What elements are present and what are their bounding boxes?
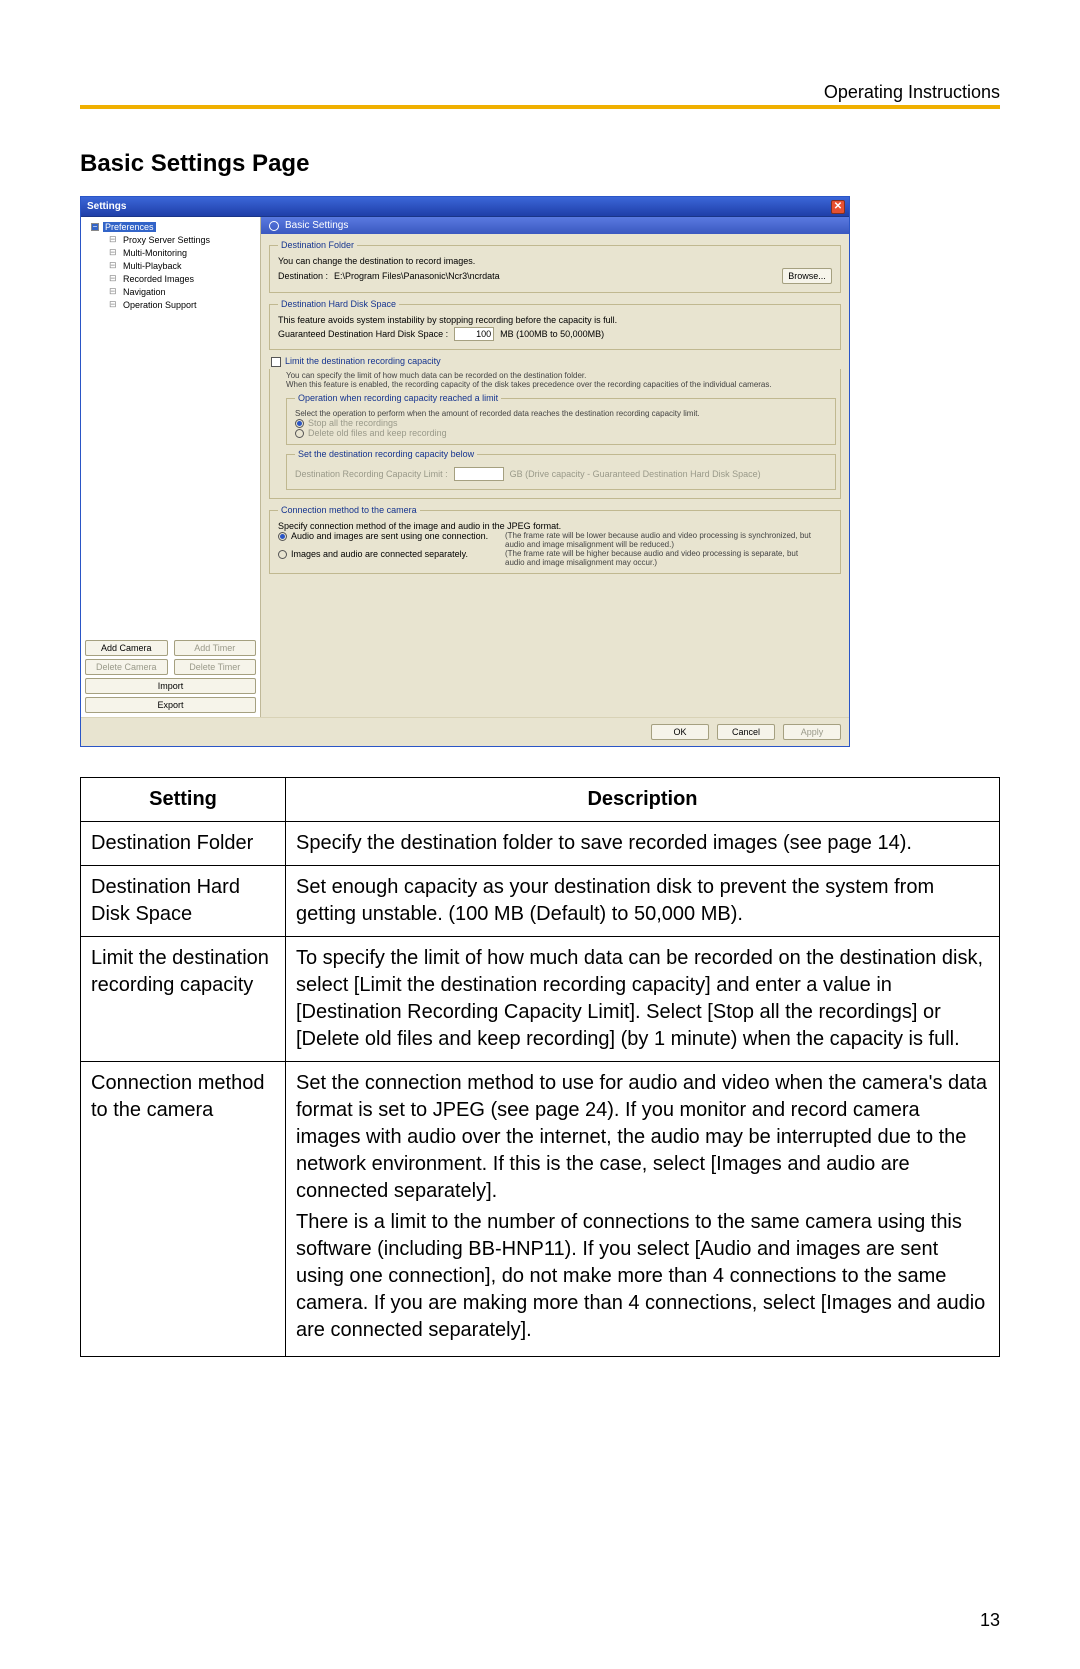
conn-separate-radio[interactable]: Images and audio are connected separatel…	[278, 549, 832, 567]
radio-icon[interactable]	[295, 419, 304, 428]
capacity-limit-input[interactable]	[454, 467, 504, 481]
tree-root-preferences[interactable]: − Preferences	[91, 221, 256, 233]
limit-checkbox-row[interactable]: Limit the destination recording capacity	[271, 356, 841, 367]
disk-space-group: Destination Hard Disk Space This feature…	[269, 299, 841, 350]
radio-icon[interactable]	[278, 550, 287, 559]
dialog-title: Settings	[87, 201, 126, 212]
apply-button[interactable]: Apply	[783, 724, 841, 740]
section-title: Basic Settings Page	[80, 150, 1000, 178]
disk-space-desc: This feature avoids system instability b…	[278, 315, 832, 325]
radio-icon[interactable]	[278, 532, 287, 541]
limit-group: You can specify the limit of how much da…	[269, 369, 841, 499]
description-cell: Set enough capacity as your destination …	[286, 866, 1000, 937]
conn-one-radio[interactable]: Audio and images are sent using one conn…	[278, 531, 832, 549]
limit-desc: You can specify the limit of how much da…	[286, 371, 836, 389]
settings-description-table: Setting Description Destination Folder S…	[80, 777, 1000, 1357]
description-cell: To specify the limit of how much data ca…	[286, 937, 1000, 1062]
operation-desc: Select the operation to perform when the…	[295, 409, 827, 418]
checkbox-icon[interactable]	[271, 357, 281, 367]
delete-timer-button[interactable]: Delete Timer	[174, 659, 257, 675]
destination-folder-legend: Destination Folder	[278, 240, 357, 250]
ok-button[interactable]: OK	[651, 724, 709, 740]
add-timer-button[interactable]: Add Timer	[174, 640, 257, 656]
operation-group: Operation when recording capacity reache…	[286, 393, 836, 445]
table-row: Destination Folder Specify the destinati…	[81, 822, 1000, 866]
dialog-footer: OK Cancel Apply	[81, 717, 849, 746]
collapse-icon[interactable]: −	[91, 223, 99, 231]
disk-space-legend: Destination Hard Disk Space	[278, 299, 399, 309]
close-icon[interactable]: ✕	[831, 200, 845, 214]
delete-camera-button[interactable]: Delete Camera	[85, 659, 168, 675]
setting-cell: Destination Hard Disk Space	[81, 866, 286, 937]
setting-cell: Connection method to the camera	[81, 1062, 286, 1357]
tree-item[interactable]: ⊟Navigation	[109, 285, 256, 298]
browse-button[interactable]: Browse...	[782, 268, 832, 284]
import-button[interactable]: Import	[85, 678, 256, 694]
connection-desc: Specify connection method of the image a…	[278, 521, 832, 531]
conn-one-note: (The frame rate will be lower because au…	[505, 531, 815, 549]
set-capacity-group: Set the destination recording capacity b…	[286, 449, 836, 490]
stop-recordings-radio[interactable]: Stop all the recordings	[295, 418, 827, 428]
setting-cell: Limit the destination recording capacity	[81, 937, 286, 1062]
tree-item[interactable]: ⊟Operation Support	[109, 298, 256, 311]
tree-item[interactable]: ⊟Multi-Monitoring	[109, 246, 256, 259]
radio-icon[interactable]	[295, 429, 304, 438]
capacity-limit-unit: GB (Drive capacity - Guaranteed Destinat…	[510, 469, 761, 479]
gear-icon	[269, 221, 279, 231]
destination-folder-desc: You can change the destination to record…	[278, 256, 832, 266]
table-header-setting: Setting	[81, 778, 286, 822]
table-row: Limit the destination recording capacity…	[81, 937, 1000, 1062]
header-rule	[80, 105, 1000, 109]
description-cell: Specify the destination folder to save r…	[286, 822, 1000, 866]
header-operating-instructions: Operating Instructions	[824, 82, 1000, 103]
table-row: Destination Hard Disk Space Set enough c…	[81, 866, 1000, 937]
table-row: Connection method to the camera Set the …	[81, 1062, 1000, 1357]
set-capacity-legend: Set the destination recording capacity b…	[295, 449, 477, 459]
destination-path: E:\Program Files\Panasonic\Ncr3\ncrdata	[334, 271, 776, 281]
operation-legend: Operation when recording capacity reache…	[295, 393, 501, 403]
tree-pane: − Preferences ⊟Proxy Server Settings ⊟Mu…	[81, 217, 261, 717]
add-camera-button[interactable]: Add Camera	[85, 640, 168, 656]
tree-item[interactable]: ⊟Proxy Server Settings	[109, 233, 256, 246]
disk-space-range: MB (100MB to 50,000MB)	[500, 329, 604, 339]
table-header-description: Description	[286, 778, 1000, 822]
disk-space-input[interactable]	[454, 327, 494, 341]
page-number: 13	[980, 1610, 1000, 1631]
tree-item[interactable]: ⊟Multi-Playback	[109, 259, 256, 272]
panel-header: Basic Settings	[261, 217, 849, 234]
connection-method-group: Connection method to the camera Specify …	[269, 505, 841, 574]
settings-dialog: Settings ✕ − Preferences ⊟Proxy Server S…	[80, 196, 850, 747]
connection-legend: Connection method to the camera	[278, 505, 420, 515]
limit-checkbox-label: Limit the destination recording capacity	[285, 356, 441, 366]
cancel-button[interactable]: Cancel	[717, 724, 775, 740]
panel-title: Basic Settings	[285, 220, 348, 231]
delete-old-radio[interactable]: Delete old files and keep recording	[295, 428, 827, 438]
capacity-limit-label: Destination Recording Capacity Limit :	[295, 469, 448, 479]
conn-separate-note: (The frame rate will be higher because a…	[505, 549, 815, 567]
setting-cell: Destination Folder	[81, 822, 286, 866]
destination-label: Destination :	[278, 271, 328, 281]
destination-folder-group: Destination Folder You can change the de…	[269, 240, 841, 293]
description-cell: Set the connection method to use for aud…	[286, 1062, 1000, 1357]
disk-space-label: Guaranteed Destination Hard Disk Space :	[278, 329, 448, 339]
dialog-titlebar: Settings ✕	[81, 197, 849, 217]
tree-item[interactable]: ⊟Recorded Images	[109, 272, 256, 285]
main-pane: Basic Settings Destination Folder You ca…	[261, 217, 849, 717]
tree-root-label: Preferences	[103, 222, 156, 232]
export-button[interactable]: Export	[85, 697, 256, 713]
